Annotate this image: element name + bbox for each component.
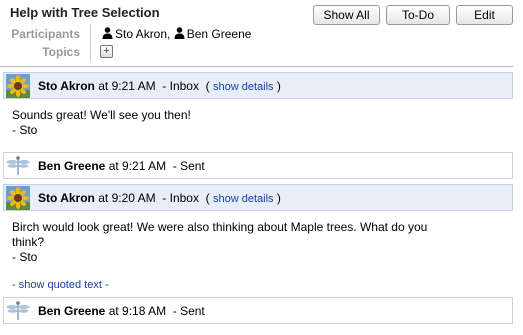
details-paren-close: ): [276, 191, 281, 205]
message-summary: Ben Greene at 9:21 AM - Sent: [38, 159, 205, 173]
header-divider: [0, 66, 513, 67]
message-time: at 9:21 AM: [98, 79, 156, 93]
show-quoted-text-link[interactable]: - show quoted text -: [12, 279, 109, 291]
details-paren-open: (: [205, 191, 210, 205]
page-title: Help with Tree Selection: [10, 5, 160, 20]
person-icon: [174, 27, 185, 39]
message-summary: Sto Akron at 9:20 AM - Inbox ( show deta…: [38, 191, 281, 205]
message-folder: - Inbox: [162, 79, 199, 93]
message-line: - Sto: [12, 123, 38, 137]
message-body: Sounds great! We'll see you then! - Sto: [12, 108, 191, 138]
sender-name: Ben Greene: [38, 304, 106, 318]
meta-divider: [90, 24, 91, 62]
participant[interactable]: Ben Greene: [174, 27, 252, 41]
topics-label: Topics: [42, 45, 80, 59]
sender-name: Sto Akron: [38, 79, 95, 93]
message-header[interactable]: Sto Akron at 9:21 AM - Inbox ( show deta…: [3, 72, 513, 99]
sender-name: Ben Greene: [38, 159, 106, 173]
message-time: at 9:21 AM: [108, 159, 167, 173]
message-folder: - Sent: [172, 159, 205, 173]
message-header-collapsed[interactable]: Ben Greene at 9:21 AM - Sent: [3, 152, 513, 179]
message-time: at 9:20 AM: [98, 191, 156, 205]
dragonfly-avatar-icon: [6, 301, 30, 320]
show-details-link[interactable]: show details: [213, 193, 274, 205]
participants-label: Participants: [11, 27, 80, 41]
participant-name: Sto Akron: [115, 27, 168, 41]
edit-button[interactable]: Edit: [456, 5, 513, 25]
message-folder: - Inbox: [162, 191, 199, 205]
details-paren-open: (: [205, 79, 210, 93]
participant-separator: ,: [167, 27, 171, 41]
message-line: think?: [12, 235, 45, 249]
participant-name: Ben Greene: [186, 27, 252, 41]
todo-button[interactable]: To-Do: [386, 5, 450, 25]
sender-name: Sto Akron: [38, 191, 95, 205]
message-summary: Ben Greene at 9:18 AM - Sent: [38, 304, 205, 318]
dragonfly-avatar-icon: [6, 156, 30, 175]
message-line: - Sto: [12, 250, 38, 264]
show-details-link[interactable]: show details: [213, 81, 274, 93]
participants-list: Sto Akron, Ben Greene: [102, 27, 251, 41]
details-paren-close: ): [276, 79, 281, 93]
message-line: Birch would look great! We were also thi…: [12, 220, 428, 234]
message-body: Birch would look great! We were also thi…: [12, 220, 427, 265]
message-header[interactable]: Sto Akron at 9:20 AM - Inbox ( show deta…: [3, 184, 513, 211]
sunflower-avatar-icon: [6, 74, 30, 98]
add-topic-button[interactable]: +: [100, 45, 113, 58]
message-header-collapsed[interactable]: Ben Greene at 9:18 AM - Sent: [3, 297, 513, 324]
message-summary: Sto Akron at 9:21 AM - Inbox ( show deta…: [38, 79, 281, 93]
show-all-button[interactable]: Show All: [313, 5, 380, 25]
sunflower-avatar-icon: [6, 186, 30, 210]
participant[interactable]: Sto Akron: [102, 27, 167, 41]
message-line: Sounds great! We'll see you then!: [12, 108, 191, 122]
message-time: at 9:18 AM: [108, 304, 167, 318]
person-icon: [102, 27, 113, 39]
message-folder: - Sent: [172, 304, 205, 318]
